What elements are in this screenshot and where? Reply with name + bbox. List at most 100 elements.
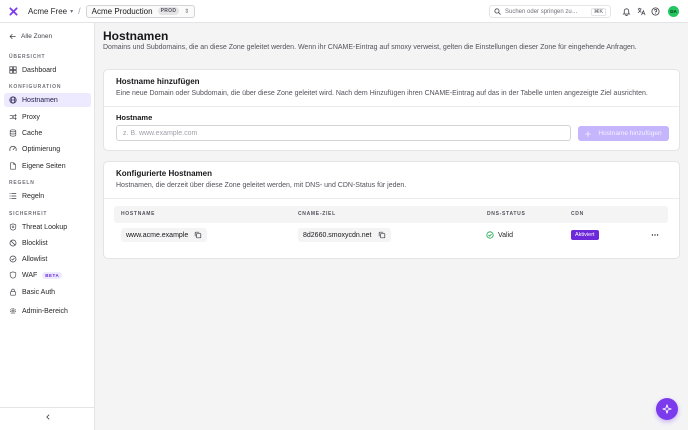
page-subtitle: Domains und Subdomains, die an diese Zon… xyxy=(103,44,637,51)
sidebar-item-label: Dashboard xyxy=(22,66,57,74)
add-hostname-description: Eine neue Domain oder Subdomain, die übe… xyxy=(116,90,648,97)
dashboard-icon xyxy=(8,66,17,75)
breadcrumb-separator: / xyxy=(78,6,81,16)
cname-target-value: 8d2660.smoxycdn.net xyxy=(303,231,372,239)
sidebar-item-label: Admin-Bereich xyxy=(22,307,68,315)
table-row: www.acme.example 8d2660.smoxycdn.net Val… xyxy=(114,223,668,247)
sidebar-item-dashboard[interactable]: Dashboard xyxy=(4,63,91,77)
back-to-all-zones-link[interactable]: Alle Zonen xyxy=(9,33,52,40)
sidebar-item-basic-auth[interactable]: Basic Auth xyxy=(4,285,91,299)
check-circle-icon xyxy=(8,255,17,264)
shield-icon xyxy=(8,271,17,280)
check-circle-icon xyxy=(486,231,494,239)
database-icon xyxy=(8,129,17,138)
sidebar-item-rules[interactable]: Regeln xyxy=(4,189,91,203)
sidebar-item-label: Optimierung xyxy=(22,145,61,153)
smoxy-logo-icon[interactable] xyxy=(8,6,18,16)
sidebar-item-label: Basic Auth xyxy=(22,288,56,296)
assistant-fab-button[interactable] xyxy=(656,398,678,420)
configured-hostnames-card: Konfigurierte Hostnamen Hostnamen, die d… xyxy=(103,161,680,259)
add-hostname-card: Hostname hinzufügen Eine neue Domain ode… xyxy=(103,69,680,151)
search-placeholder: Suchen oder springen zu… xyxy=(505,8,578,15)
collapse-sidebar-chevron-left-icon[interactable] xyxy=(44,413,52,421)
section-security: SICHERHEIT xyxy=(9,211,48,217)
avatar[interactable]: DA xyxy=(668,6,679,17)
page-title: Hostnamen xyxy=(103,29,169,43)
add-hostname-title: Hostname hinzufügen xyxy=(116,77,200,86)
column-header-dns-status: DNS-STATUS xyxy=(487,211,526,217)
column-header-hostname: HOSTNAME xyxy=(121,211,156,217)
chevron-down-icon: ▾ xyxy=(70,8,74,15)
gauge-icon xyxy=(8,145,17,154)
sidebar: Alle Zonen ÜBERSICHT Dashboard KONFIGURA… xyxy=(0,23,95,430)
search-shortcut: ⌘K xyxy=(590,7,606,16)
hostnames-table: HOSTNAME CNAME-ZIEL DNS-STATUS CDN www.a… xyxy=(114,206,668,247)
chevron-updown-icon: ⇕ xyxy=(184,8,190,15)
sidebar-item-label: Proxy xyxy=(22,113,40,121)
file-icon xyxy=(8,162,17,171)
sparkle-icon xyxy=(662,404,672,414)
rules-icon xyxy=(8,192,17,201)
sidebar-item-label: Threat Lookup xyxy=(22,223,68,231)
add-hostname-card-header: Hostname hinzufügen Eine neue Domain ode… xyxy=(104,70,679,107)
beta-badge: BETA xyxy=(42,271,63,279)
sidebar-item-hostnames[interactable]: Hostnamen xyxy=(4,93,91,107)
help-icon[interactable] xyxy=(650,6,660,16)
lock-icon xyxy=(8,288,17,297)
shield-search-icon xyxy=(8,223,17,232)
section-overview: ÜBERSICHT xyxy=(9,54,46,60)
zone-name: Acme Production xyxy=(91,6,153,16)
sidebar-item-proxy[interactable]: Proxy xyxy=(4,110,91,124)
sidebar-item-waf[interactable]: WAF BETA xyxy=(4,268,91,282)
hostname-input[interactable] xyxy=(116,125,571,141)
back-label: Alle Zonen xyxy=(21,33,53,40)
sidebar-item-optimization[interactable]: Optimierung xyxy=(4,142,91,156)
zone-switcher[interactable]: Acme Production PROD ⇕ xyxy=(85,4,196,18)
sidebar-item-threat-lookup[interactable]: Threat Lookup xyxy=(4,220,91,234)
sidebar-divider xyxy=(0,407,95,408)
search-icon xyxy=(494,8,501,15)
section-configuration: KONFIGURATION xyxy=(9,84,62,90)
copy-icon[interactable] xyxy=(378,231,386,239)
add-hostname-button[interactable]: Hostname hinzufügen xyxy=(578,126,669,141)
column-header-cdn: CDN xyxy=(571,211,584,217)
sidebar-item-admin[interactable]: Admin-Bereich xyxy=(4,304,91,318)
top-bar: Acme Free ▾ / Acme Production PROD ⇕ Suc… xyxy=(0,0,688,23)
copy-icon[interactable] xyxy=(194,231,202,239)
search-input[interactable]: Suchen oder springen zu… ⌘K xyxy=(489,5,611,18)
sidebar-item-custom-pages[interactable]: Eigene Seiten xyxy=(4,159,91,173)
bell-icon[interactable] xyxy=(621,6,631,16)
sidebar-item-label: Hostnamen xyxy=(22,96,58,104)
globe-icon xyxy=(8,96,17,105)
cname-target-chip: 8d2660.smoxycdn.net xyxy=(298,228,391,242)
shuffle-icon xyxy=(8,113,17,122)
cdn-status-badge: Aktiviert xyxy=(571,230,599,240)
sidebar-item-label: Blocklist xyxy=(22,239,48,247)
hostname-field-label: Hostname xyxy=(116,113,153,122)
column-header-cname: CNAME-ZIEL xyxy=(298,211,336,217)
sidebar-item-label: Allowlist xyxy=(22,255,48,263)
sidebar-item-blocklist[interactable]: Blocklist xyxy=(4,236,91,250)
sidebar-item-label: Eigene Seiten xyxy=(22,162,66,170)
account-name: Acme Free xyxy=(28,6,68,16)
ban-icon xyxy=(8,239,17,248)
configured-hostnames-description: Hostnamen, die derzeit über diese Zone g… xyxy=(116,182,407,189)
translate-icon[interactable] xyxy=(636,6,646,16)
dns-status-label: Valid xyxy=(498,231,514,239)
sidebar-item-label: WAF xyxy=(22,271,38,279)
sidebar-item-cache[interactable]: Cache xyxy=(4,126,91,140)
gear-icon xyxy=(8,307,17,316)
hostname-chip: www.acme.example xyxy=(121,228,208,242)
hostname-value: www.acme.example xyxy=(126,231,189,239)
sidebar-item-allowlist[interactable]: Allowlist xyxy=(4,252,91,266)
sidebar-item-label: Regeln xyxy=(22,192,45,200)
arrow-left-icon xyxy=(9,34,16,39)
section-rules: REGELN xyxy=(9,180,35,186)
account-switcher[interactable]: Acme Free ▾ xyxy=(28,7,73,16)
configured-hostnames-title: Konfigurierte Hostnamen xyxy=(116,169,213,178)
dns-status: Valid xyxy=(486,231,513,239)
plus-icon xyxy=(585,130,592,137)
configured-hostnames-card-header: Konfigurierte Hostnamen Hostnamen, die d… xyxy=(104,162,679,199)
environment-badge: PROD xyxy=(157,7,180,15)
more-actions-icon[interactable] xyxy=(650,230,660,240)
